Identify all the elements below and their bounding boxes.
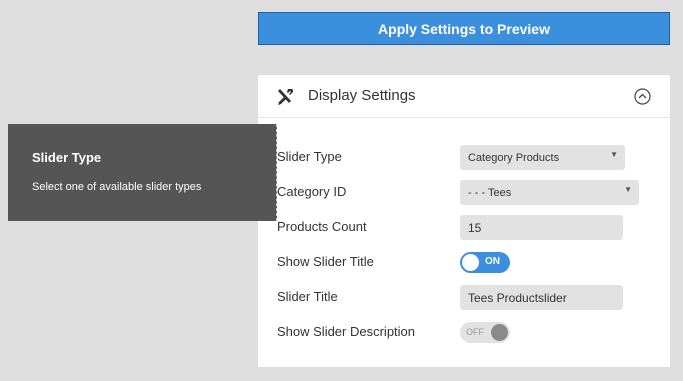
panel-header[interactable]: Display Settings	[258, 75, 670, 118]
help-tooltip: Slider Type Select one of available slid…	[8, 124, 277, 221]
apply-settings-button[interactable]: Apply Settings to Preview	[258, 12, 670, 45]
products-count-input[interactable]: 15	[460, 215, 623, 240]
slider-type-row: Slider Type Category Products ▼	[258, 145, 670, 171]
slider-type-label: Slider Type	[277, 149, 342, 164]
slider-title-input[interactable]: Tees Productslider	[460, 285, 623, 310]
toggle-state-text: OFF	[466, 327, 484, 337]
toggle-knob	[491, 324, 508, 341]
show-slider-description-toggle[interactable]: OFF	[460, 322, 510, 343]
tooltip-title: Slider Type	[32, 150, 102, 165]
products-count-label: Products Count	[277, 219, 367, 234]
tools-icon	[278, 89, 293, 105]
show-slider-title-toggle[interactable]: ON	[460, 252, 510, 273]
tooltip-text: Select one of available slider types	[32, 181, 202, 193]
show-slider-title-row: Show Slider Title ON	[258, 250, 670, 276]
slider-type-select[interactable]: Category Products ▼	[460, 145, 625, 170]
show-slider-description-row: Show Slider Description OFF	[258, 320, 670, 346]
dropdown-arrow-icon: ▼	[624, 185, 632, 194]
show-slider-description-label: Show Slider Description	[277, 324, 416, 339]
slider-type-value: Category Products	[468, 151, 560, 164]
dropdown-arrow-icon: ▼	[610, 150, 618, 159]
category-id-row: Category ID - - - Tees ▼	[258, 180, 670, 206]
category-id-select[interactable]: - - - Tees ▼	[460, 180, 639, 205]
category-id-value: - - - Tees	[468, 186, 512, 199]
display-settings-panel: Display Settings Slider Type Category Pr…	[258, 75, 670, 367]
chevron-up-circle-icon[interactable]	[634, 88, 651, 105]
panel-title: Display Settings	[308, 87, 416, 104]
category-id-label: Category ID	[277, 184, 347, 199]
slider-title-label: Slider Title	[277, 289, 338, 304]
show-slider-title-label: Show Slider Title	[277, 254, 374, 269]
toggle-knob	[462, 254, 479, 271]
slider-title-row: Slider Title Tees Productslider	[258, 285, 670, 311]
products-count-row: Products Count 15	[258, 215, 670, 241]
toggle-state-text: ON	[485, 256, 500, 267]
